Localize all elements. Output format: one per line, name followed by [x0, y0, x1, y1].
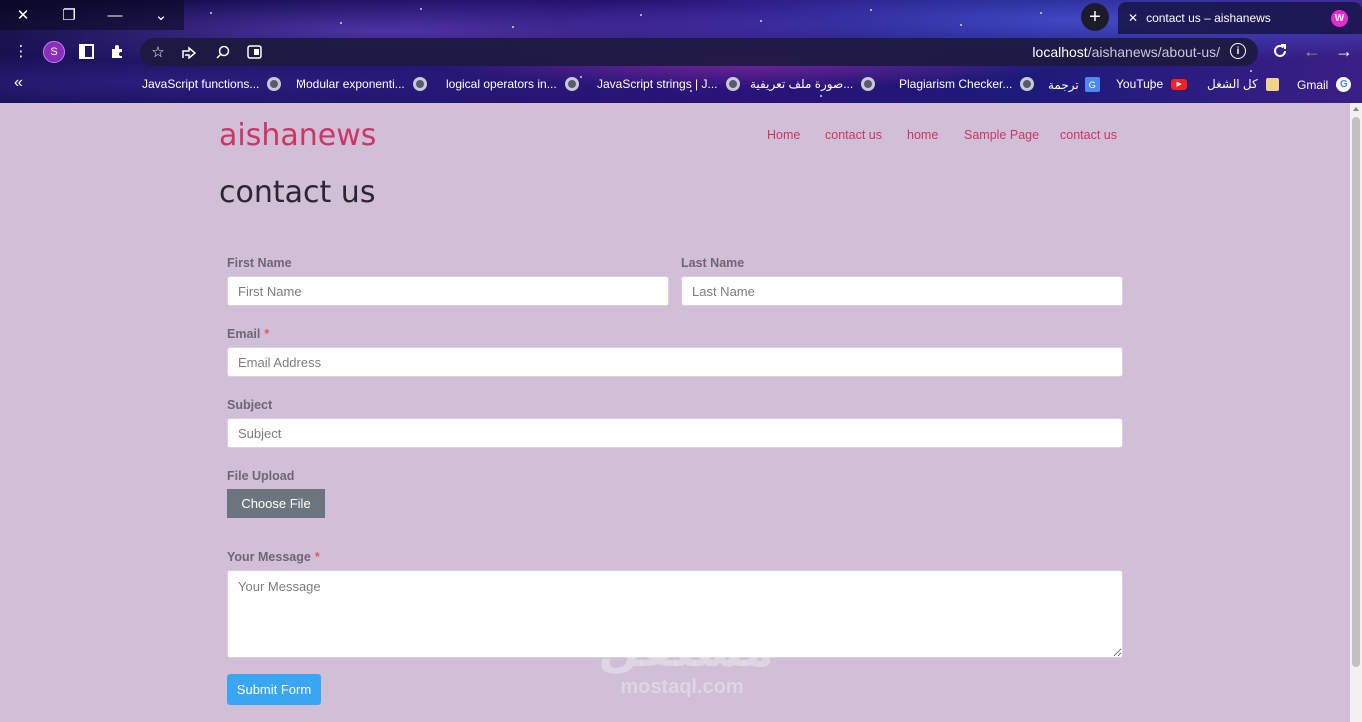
subject-input[interactable] — [227, 418, 1123, 448]
globe-icon — [267, 77, 282, 91]
subject-label: Subject — [227, 398, 273, 412]
first-name-input[interactable] — [227, 276, 669, 306]
tab-strip: ✕ ❐ — ⌄ + ✕ contact us – aishanews W — [0, 0, 1362, 34]
reload-icon[interactable] — [1270, 41, 1290, 61]
page-title: contact us — [219, 175, 376, 210]
bookmark-item[interactable]: Modular exponenti... — [296, 77, 427, 91]
close-window-button[interactable]: ✕ — [0, 0, 46, 30]
bookmark-item[interactable]: Plagiarism Checker... — [899, 77, 1035, 91]
minimize-window-button[interactable]: — — [92, 0, 138, 30]
share-icon[interactable] — [179, 42, 199, 62]
google-icon: G — [1336, 77, 1352, 92]
url-text: localhost/aishanews/about-us/ — [1032, 44, 1220, 60]
bookmark-item[interactable]: Gmail G — [1297, 77, 1352, 92]
globe-icon — [861, 77, 876, 91]
nav-link-contact-us-2[interactable]: contact us — [1060, 128, 1117, 142]
bookmark-item[interactable]: YouTube ▶ — [1116, 77, 1188, 91]
bookmark-folder[interactable]: كل الشغل — [1207, 77, 1279, 91]
bookmarks-more-icon[interactable]: « — [14, 74, 23, 92]
nav-link-contact-us[interactable]: contact us — [825, 128, 882, 142]
bookmark-item[interactable]: JavaScript strings | J... — [597, 77, 740, 91]
nav-link-sample-page[interactable]: Sample Page — [964, 128, 1039, 142]
last-name-label: Last Name — [681, 256, 745, 270]
forward-arrow-icon[interactable]: → — [1334, 41, 1354, 61]
bookmark-item[interactable]: صورة ملف تعريفية... — [750, 77, 876, 91]
last-name-input[interactable] — [681, 276, 1123, 306]
tab-title: contact us – aishanews — [1146, 11, 1271, 25]
mostaql-watermark: مستقل mostaql.com — [598, 622, 774, 706]
globe-icon — [564, 77, 579, 91]
address-bar[interactable]: ☆ localhost/aishanews/about-us/ i — [140, 38, 1258, 66]
site-title[interactable]: aishanews — [219, 118, 376, 153]
globe-icon — [725, 77, 740, 91]
back-arrow-icon[interactable]: ← — [1302, 41, 1322, 61]
bookmark-item[interactable]: JavaScript functions... — [142, 77, 282, 91]
wordpress-favicon-icon: W — [1331, 10, 1348, 27]
nav-link-home[interactable]: Home — [767, 128, 800, 142]
bookmarks-bar: « JavaScript functions... Modular expone… — [0, 70, 1362, 100]
scroll-up-arrow-icon[interactable] — [1353, 107, 1359, 111]
email-input[interactable] — [227, 347, 1123, 377]
browser-chrome: ✕ ❐ — ⌄ + ✕ contact us – aishanews W ⋮ S… — [0, 0, 1362, 103]
globe-icon — [412, 77, 427, 91]
translate-icon: G — [1084, 77, 1100, 92]
new-tab-button[interactable]: + — [1081, 3, 1109, 31]
extensions-icon[interactable] — [107, 41, 127, 61]
search-zoom-icon[interactable] — [213, 42, 233, 62]
email-label: Email * — [227, 327, 270, 341]
choose-file-button[interactable]: Choose File — [227, 489, 325, 518]
watermark-arabic: مستقل — [598, 622, 774, 678]
required-mark: * — [264, 327, 270, 341]
required-mark: * — [314, 550, 320, 564]
submit-form-button[interactable]: Submit Form — [227, 674, 321, 705]
globe-icon — [1020, 77, 1035, 91]
bookmark-item[interactable]: ترجمة G — [1048, 77, 1100, 92]
file-upload-label: File Upload — [227, 469, 295, 483]
folder-icon — [1265, 77, 1279, 91]
youtube-icon: ▶ — [1171, 78, 1188, 90]
message-label: Your Message * — [227, 550, 320, 564]
nav-link-home-lower[interactable]: home — [907, 128, 938, 142]
active-tab[interactable]: ✕ contact us – aishanews W — [1118, 2, 1362, 34]
star-bookmark-icon[interactable]: ☆ — [148, 42, 168, 62]
close-tab-icon[interactable]: ✕ — [1128, 11, 1138, 25]
restore-window-button[interactable]: ❐ — [46, 0, 92, 30]
menu-dots-icon[interactable]: ⋮ — [11, 41, 31, 61]
sidebar-icon[interactable] — [76, 41, 96, 61]
first-name-label: First Name — [227, 256, 292, 270]
translate-page-icon[interactable] — [244, 42, 264, 62]
tab-search-button[interactable]: ⌄ — [138, 0, 184, 30]
scrollbar-thumb[interactable] — [1352, 117, 1360, 667]
watermark-latin: mostaql.com — [620, 676, 744, 698]
profile-avatar[interactable]: S — [43, 41, 65, 63]
page-scrollbar[interactable] — [1350, 103, 1362, 722]
bookmark-item[interactable]: logical operators in... — [446, 77, 579, 91]
site-info-icon[interactable]: i — [1230, 43, 1246, 59]
